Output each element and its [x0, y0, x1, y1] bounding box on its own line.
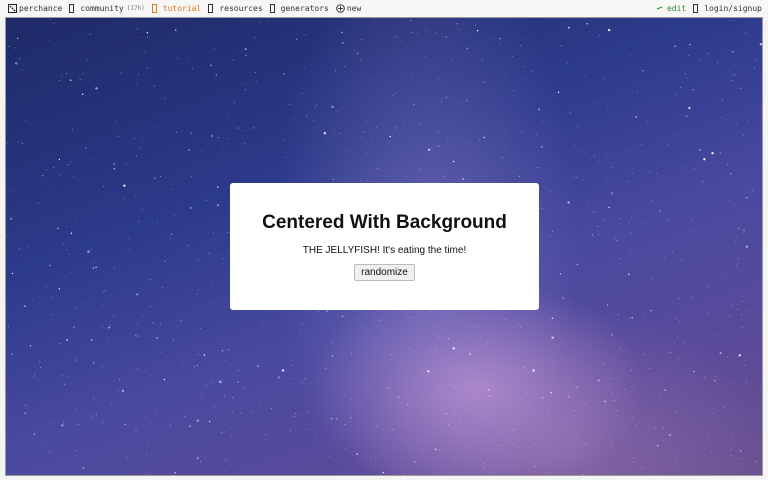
nav-new[interactable]: new	[336, 4, 361, 13]
nav-edit-label: edit	[666, 4, 687, 13]
nav-resources-label: resources	[219, 4, 263, 13]
pencil-icon	[656, 4, 664, 13]
generator-output-frame: Centered With Background THE JELLYFISH! …	[5, 17, 763, 476]
generators-icon	[269, 4, 278, 13]
community-badge: (17h)	[126, 5, 145, 12]
nav-login[interactable]: login/signup	[693, 4, 762, 13]
plus-circle-icon	[336, 4, 345, 13]
nav-community-label: community	[80, 4, 124, 13]
nav-perchance[interactable]: perchance	[8, 4, 62, 13]
nav-perchance-label: perchance	[19, 4, 63, 13]
user-icon	[693, 4, 701, 13]
nav-resources[interactable]: resources	[208, 4, 263, 13]
nav-generators[interactable]: generators	[269, 4, 329, 13]
nav-right: edit login/signup	[656, 4, 762, 13]
card-title: Centered With Background	[262, 212, 507, 233]
nav-new-label: new	[346, 4, 362, 13]
nav-tutorial-label: tutorial	[162, 4, 202, 13]
card-message: THE JELLYFISH! It's eating the time!	[302, 245, 467, 256]
center-card: Centered With Background THE JELLYFISH! …	[230, 183, 539, 310]
nav-generators-label: generators	[280, 4, 329, 13]
chat-icon	[69, 4, 77, 13]
resources-icon	[208, 4, 216, 13]
nav-community[interactable]: community (17h)	[69, 4, 145, 13]
randomize-button[interactable]: randomize	[354, 264, 415, 281]
nav-edit[interactable]: edit	[656, 4, 686, 13]
book-icon	[151, 4, 160, 13]
dice-icon	[8, 4, 17, 13]
nav-login-label: login/signup	[704, 4, 762, 13]
top-nav-bar: perchance community (17h) tutorial resou…	[0, 0, 768, 17]
nav-tutorial[interactable]: tutorial	[151, 4, 202, 13]
nav-left: perchance community (17h) tutorial resou…	[8, 4, 361, 13]
